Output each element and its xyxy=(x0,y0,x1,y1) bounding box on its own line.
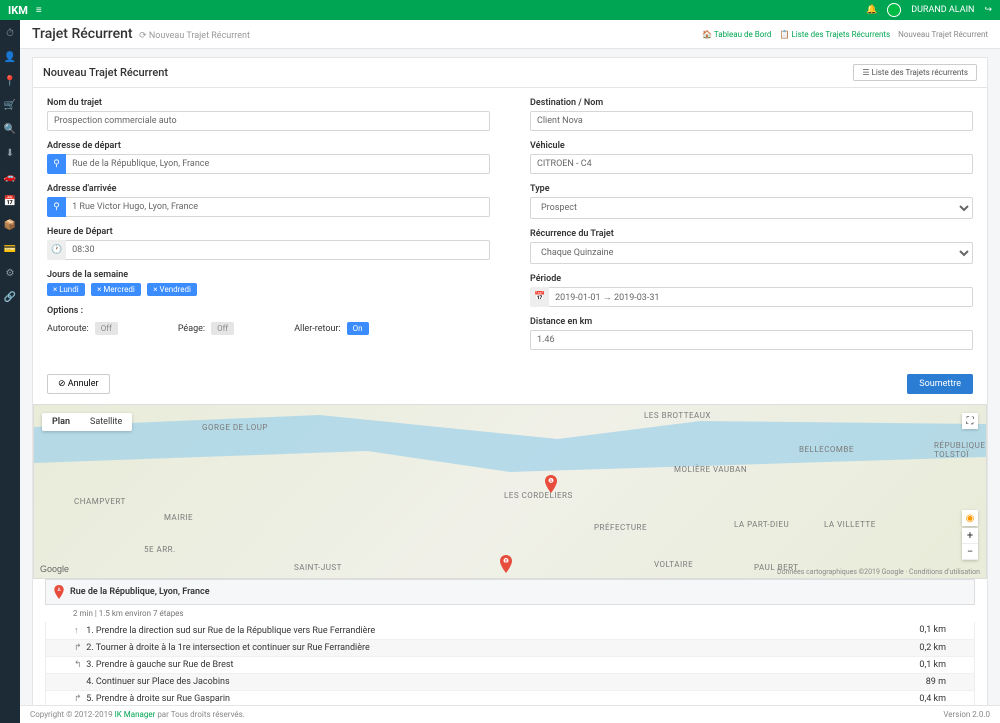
depart-input[interactable] xyxy=(66,154,490,174)
jours-tags[interactable]: × Lundi × Mercredi × Vendredi xyxy=(47,283,490,296)
route-start-text: Rue de la République, Lyon, France xyxy=(70,587,210,597)
arrivee-label: Adresse d'arrivée xyxy=(47,184,490,194)
submit-button[interactable]: Soumettre xyxy=(907,374,973,394)
arrivee-input[interactable] xyxy=(66,197,490,217)
calendar-icon: 📅 xyxy=(530,287,549,307)
peage-toggle[interactable]: Off xyxy=(211,322,234,335)
clock-icon: 🕐 xyxy=(47,240,66,260)
google-logo: Google xyxy=(40,564,69,574)
autoroute-label: Autoroute: xyxy=(47,324,89,334)
depart-addon-icon[interactable]: ⚲ xyxy=(47,154,66,174)
map-zoom: + − xyxy=(962,528,978,560)
zoom-in-button[interactable]: + xyxy=(962,528,978,544)
heure-label: Heure de Départ xyxy=(47,227,490,237)
destination-label: Destination / Nom xyxy=(530,98,973,108)
sidebar-settings-icon[interactable]: ⚙ xyxy=(3,266,17,280)
destination-input[interactable] xyxy=(530,111,973,131)
route-step: ↰ 3. Prendre à gauche sur Rue de Brest0,… xyxy=(46,657,974,674)
allerretour-label: Aller-retour: xyxy=(294,324,340,334)
tag-mercredi[interactable]: × Mercredi xyxy=(91,283,141,296)
page-title: Trajet Récurrent xyxy=(32,26,133,42)
sidebar: ⏱ 👤 📍 🛒 🔍 ⬇ 🚗 📅 📦 💳 ⚙ 🔗 xyxy=(0,20,20,723)
avatar[interactable] xyxy=(887,3,901,17)
sidebar-car-icon[interactable]: 🚗 xyxy=(3,170,17,184)
route-step: ↱ 2. Tourner à droite à la 1re intersect… xyxy=(46,640,974,657)
fullscreen-icon[interactable]: ⛶ xyxy=(962,413,978,429)
map[interactable]: CHAMPVERT MAIRIE 5E ARR. GORGE DE LOUP S… xyxy=(33,404,987,579)
tag-lundi[interactable]: × Lundi xyxy=(47,283,85,296)
vehicule-label: Véhicule xyxy=(530,141,973,151)
footer: Copyright © 2012-2019 IK Manager par Tou… xyxy=(20,705,1000,723)
distance-input[interactable] xyxy=(530,330,973,350)
map-pin-b: B xyxy=(499,555,513,573)
nom-label: Nom du trajet xyxy=(47,98,490,108)
menu-toggle-icon[interactable]: ≡ xyxy=(36,5,42,16)
map-pin-a: A xyxy=(544,475,558,493)
breadcrumb-list[interactable]: 📋 Liste des Trajets Récurrents xyxy=(779,30,890,39)
type-label: Type xyxy=(530,184,973,194)
autoroute-toggle[interactable]: Off xyxy=(95,322,118,335)
sidebar-cart-icon[interactable]: 🛒 xyxy=(3,98,17,112)
sidebar-calendar-icon[interactable]: 📅 xyxy=(3,194,17,208)
svg-text:A: A xyxy=(550,479,553,485)
page-header: Trajet Récurrent ⟳ Nouveau Trajet Récurr… xyxy=(20,20,1000,49)
sidebar-dashboard-icon[interactable]: ⏱ xyxy=(3,26,17,40)
map-satellite-tab[interactable]: Satellite xyxy=(80,413,132,431)
depart-label: Adresse de départ xyxy=(47,141,490,151)
recurrence-select[interactable]: Chaque Quinzaine xyxy=(530,242,973,264)
tag-vendredi[interactable]: × Vendredi xyxy=(147,283,197,296)
footer-copyright: Copyright © 2012-2019 xyxy=(30,710,115,719)
svg-text:B: B xyxy=(505,559,508,565)
sidebar-user-icon[interactable]: 👤 xyxy=(3,50,17,64)
zoom-out-button[interactable]: − xyxy=(962,544,978,560)
route-step: ↑ 1. Prendre la direction sud sur Rue de… xyxy=(46,622,974,640)
user-name[interactable]: DURAND ALAIN xyxy=(911,5,974,15)
footer-link[interactable]: IK Manager xyxy=(115,710,158,719)
bell-icon[interactable]: 🔔 xyxy=(866,5,877,15)
map-plan-tab[interactable]: Plan xyxy=(42,413,80,431)
map-attribution: Données cartographiques ©2019 Google · C… xyxy=(777,568,980,576)
periode-label: Période xyxy=(530,274,973,284)
sidebar-box-icon[interactable]: 📦 xyxy=(3,218,17,232)
pegman-icon[interactable]: ◉ xyxy=(962,510,978,526)
sidebar-location-icon[interactable]: 📍 xyxy=(3,74,17,88)
heure-input[interactable] xyxy=(66,240,490,260)
distance-label: Distance en km xyxy=(530,317,973,327)
recurrence-label: Récurrence du Trajet xyxy=(530,229,973,239)
sidebar-card-icon[interactable]: 💳 xyxy=(3,242,17,256)
logout-icon[interactable]: ↪ xyxy=(984,5,992,15)
jours-label: Jours de la semaine xyxy=(47,270,490,280)
breadcrumb-current: Nouveau Trajet Récurrent xyxy=(898,30,988,39)
breadcrumb-dashboard[interactable]: 🏠 Tableau de Bord xyxy=(702,30,771,39)
route-summary: 2 min | 1.5 km environ 7 étapes xyxy=(45,605,975,622)
breadcrumb: 🏠 Tableau de Bord 📋 Liste des Trajets Ré… xyxy=(702,30,988,39)
page-subtitle: ⟳ Nouveau Trajet Récurrent xyxy=(139,31,250,41)
sidebar-search-icon[interactable]: 🔍 xyxy=(3,122,17,136)
periode-input[interactable] xyxy=(549,287,973,307)
nom-input[interactable] xyxy=(47,111,490,131)
route-step: 4. Continuer sur Place des Jacobins89 m xyxy=(46,674,974,691)
brand-logo[interactable]: IKM xyxy=(8,4,28,17)
allerretour-toggle[interactable]: On xyxy=(347,322,369,335)
arrivee-addon-icon[interactable]: ⚲ xyxy=(47,197,66,217)
options-label: Options : xyxy=(47,306,490,316)
sidebar-download-icon[interactable]: ⬇ xyxy=(3,146,17,160)
topbar: IKM ≡ 🔔 DURAND ALAIN ↪ xyxy=(0,0,1000,20)
vehicule-input[interactable] xyxy=(530,154,973,174)
cancel-button[interactable]: ⊘ Annuler xyxy=(47,374,110,394)
map-type-control[interactable]: Plan Satellite xyxy=(42,413,132,431)
type-select[interactable]: Prospect xyxy=(530,197,973,219)
list-button[interactable]: ☰ Liste des Trajets récurrents xyxy=(853,64,977,81)
pin-a-icon: A xyxy=(54,585,64,599)
peage-label: Péage: xyxy=(178,324,205,334)
sidebar-share-icon[interactable]: 🔗 xyxy=(3,290,17,304)
route-start-header: A Rue de la République, Lyon, France xyxy=(45,579,975,605)
panel-title: Nouveau Trajet Récurrent xyxy=(43,66,168,79)
footer-rights: par Tous droits réservés. xyxy=(157,710,245,719)
footer-version: Version 2.0.0 xyxy=(943,710,990,719)
